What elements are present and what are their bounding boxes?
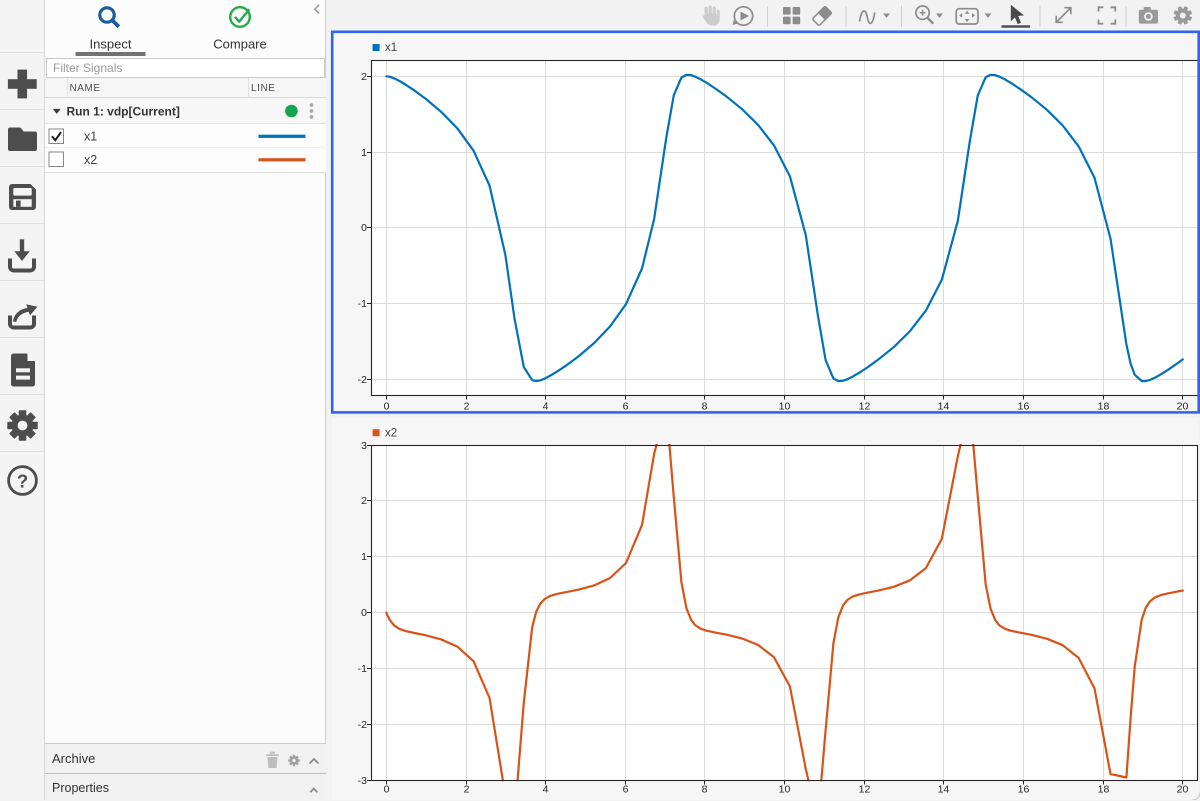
svg-text:-1: -1 <box>358 298 367 310</box>
svg-text:x1: x1 <box>84 130 97 144</box>
svg-text:14: 14 <box>938 784 950 796</box>
svg-text:6: 6 <box>623 400 629 412</box>
svg-text:1: 1 <box>361 551 367 563</box>
svg-text:0: 0 <box>384 400 390 412</box>
svg-text:0: 0 <box>361 222 367 234</box>
svg-text:3: 3 <box>361 440 367 452</box>
svg-text:4: 4 <box>543 784 549 796</box>
svg-text:x2: x2 <box>385 427 397 439</box>
svg-text:x1: x1 <box>385 42 397 54</box>
svg-text:16: 16 <box>1018 400 1030 412</box>
svg-text:?: ? <box>17 471 28 492</box>
svg-text:4: 4 <box>543 400 549 412</box>
svg-text:Inspect: Inspect <box>90 37 132 52</box>
svg-text:0: 0 <box>361 607 367 619</box>
svg-text:1: 1 <box>361 147 367 159</box>
svg-text:2: 2 <box>464 784 470 796</box>
svg-text:-3: -3 <box>358 775 367 787</box>
svg-text:12: 12 <box>859 784 871 796</box>
svg-text:10: 10 <box>779 784 791 796</box>
svg-text:6: 6 <box>623 784 629 796</box>
svg-text:-1: -1 <box>358 663 367 675</box>
svg-text:14: 14 <box>938 400 950 412</box>
svg-text:2: 2 <box>464 400 470 412</box>
svg-text:x2: x2 <box>84 153 97 167</box>
svg-text:8: 8 <box>702 784 708 796</box>
svg-text:2: 2 <box>361 71 367 83</box>
svg-text:18: 18 <box>1098 400 1110 412</box>
svg-text:-2: -2 <box>358 374 367 386</box>
svg-text:20: 20 <box>1177 400 1189 412</box>
svg-text:8: 8 <box>702 400 708 412</box>
svg-text:20: 20 <box>1177 784 1189 796</box>
svg-text:-2: -2 <box>358 719 367 731</box>
svg-text:2: 2 <box>361 495 367 507</box>
svg-text:Compare: Compare <box>213 37 266 52</box>
svg-text:10: 10 <box>779 400 791 412</box>
svg-text:0: 0 <box>384 784 390 796</box>
svg-text:Run 1: vdp[Current]: Run 1: vdp[Current] <box>67 105 180 119</box>
svg-text:18: 18 <box>1098 784 1110 796</box>
svg-text:12: 12 <box>859 400 871 412</box>
svg-text:16: 16 <box>1018 784 1030 796</box>
